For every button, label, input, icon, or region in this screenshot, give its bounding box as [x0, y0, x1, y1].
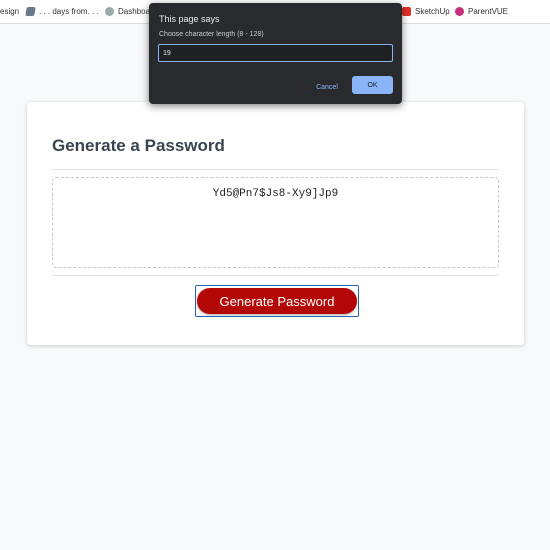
character-length-input[interactable]	[158, 44, 393, 62]
bookmark-label: . . . days from. . .	[39, 7, 99, 16]
sketchup-icon	[402, 7, 411, 16]
bookmark-label: SketchUp	[415, 7, 450, 16]
bookmark-days-from[interactable]: . . . days from. . .	[25, 7, 99, 16]
focus-ring: Generate Password	[195, 285, 359, 317]
dialog-message: Choose character length (8 - 128)	[159, 31, 264, 38]
stripes-icon	[25, 7, 36, 16]
bookmark-dashboard[interactable]: Dashboa	[105, 7, 150, 16]
password-textarea[interactable]: Yd5@Pn7$Js8-Xy9]Jp9	[52, 177, 499, 268]
globe-icon	[105, 7, 114, 16]
divider-bottom	[52, 275, 499, 276]
dialog-title: This page says	[159, 14, 220, 24]
password-card: Generate a Password Yd5@Pn7$Js8-Xy9]Jp9 …	[27, 102, 524, 345]
bookmark-label: Dashboa	[118, 7, 151, 16]
bookmark-label: ParentVUE	[468, 7, 509, 16]
generate-password-button[interactable]: Generate Password	[197, 288, 357, 314]
prompt-dialog: This page says Choose character length (…	[149, 3, 402, 104]
ok-button[interactable]: OK	[352, 76, 393, 94]
bookmark-label: esign	[0, 7, 20, 16]
divider-top	[52, 169, 499, 170]
bookmark-esign[interactable]: esign	[0, 7, 19, 16]
bookmark-parentvue[interactable]: ParentVUE	[455, 7, 508, 16]
page-title: Generate a Password	[52, 136, 225, 155]
parentvue-icon	[455, 7, 464, 16]
password-output: Yd5@Pn7$Js8-Xy9]Jp9	[212, 188, 339, 200]
bookmark-sketchup[interactable]: SketchUp	[402, 7, 450, 16]
cancel-button[interactable]: Cancel	[309, 79, 345, 95]
